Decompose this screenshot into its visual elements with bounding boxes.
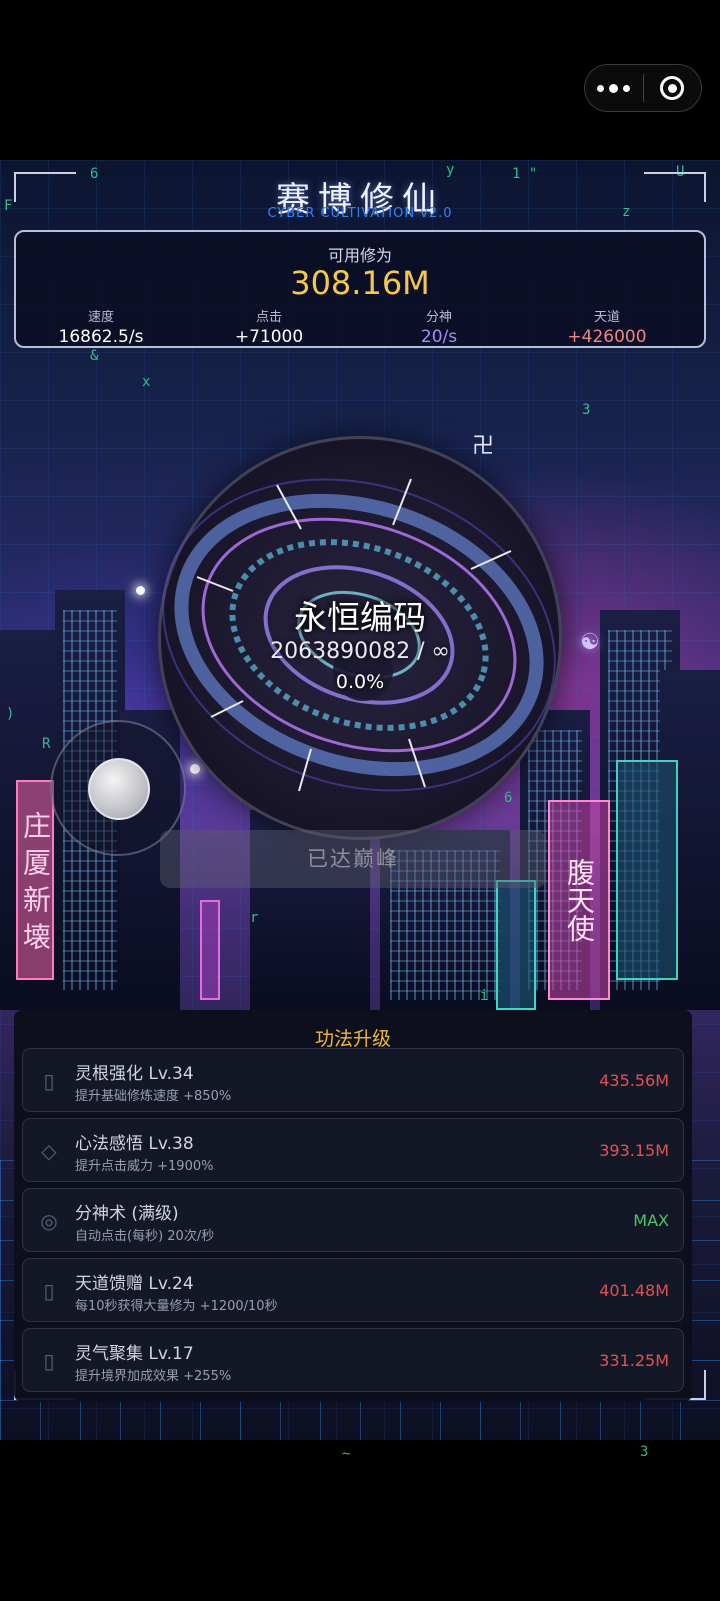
- upgrade-desc: 提升点击威力 +1900%: [75, 1159, 214, 1174]
- code-rain-char: x: [142, 374, 151, 390]
- stat-label: 天道: [593, 310, 620, 325]
- upgrade-item-heaven-gift[interactable]: ▯ 天道馈赠 Lv.24 每10秒获得大量修为 +1200/10秒 401.48…: [22, 1258, 684, 1322]
- stats-panel: 可用修为 308.16M 速度 16862.5/s 点击 +71000 分神 2…: [14, 230, 706, 348]
- yin-yang-icon: ☯: [580, 630, 600, 655]
- top-bar: [0, 0, 720, 160]
- stat-clone: 分神 20/s: [354, 306, 524, 347]
- upgrade-panel-title: 功法升级: [314, 1028, 391, 1050]
- stat-label: 点击: [255, 310, 282, 325]
- upgrade-name: 分神术 (满级): [75, 1204, 179, 1224]
- light-orb: [136, 586, 145, 595]
- neon-panel-small: [200, 900, 220, 1000]
- bottom-black-area: ~ 3: [0, 1440, 720, 1601]
- upgrade-panel: 功法升级 ▯ 灵根强化 Lv.34 提升基础修炼速度 +850% 435.56M…: [14, 1010, 692, 1402]
- code-rain-char: ): [6, 706, 15, 722]
- diamond-icon: ◇: [41, 1139, 57, 1163]
- realm-percent: 0.0%: [335, 671, 385, 693]
- realm-name: 永恒编码: [294, 598, 426, 637]
- code-rain-char: r: [250, 910, 259, 926]
- more-menu-button[interactable]: [585, 65, 643, 111]
- stat-value: 20/s: [420, 327, 458, 347]
- upgrade-cost: 393.15M: [599, 1141, 669, 1160]
- miniprogram-capsule: [584, 64, 702, 112]
- stat-value: 16862.5/s: [58, 327, 144, 347]
- code-rain-char: 3: [582, 402, 591, 418]
- target-icon: [660, 76, 685, 100]
- cultivation-disk[interactable]: 永恒编码 2063890082 / ∞ 0.0%: [158, 436, 562, 840]
- neon-panel-right: [616, 760, 678, 980]
- breakthrough-button[interactable]: 已达巅峰: [160, 830, 546, 888]
- upgrade-name: 心法感悟 Lv.38: [75, 1134, 194, 1154]
- neon-panel-center: [496, 880, 536, 1010]
- stat-label: 分神: [425, 310, 452, 325]
- upgrade-cost-max: MAX: [633, 1211, 669, 1230]
- upgrade-name: 灵气聚集 Lv.17: [75, 1344, 194, 1364]
- upgrade-item-spirit-root[interactable]: ▯ 灵根强化 Lv.34 提升基础修炼速度 +850% 435.56M: [22, 1048, 684, 1112]
- game-scene: 庄 厦 新 壊 腹天使 6 y 1 " U F z & x 3 ) R 6 r …: [0, 160, 720, 1440]
- code-rain-char: ~: [342, 1446, 351, 1462]
- root-icon: ▯: [43, 1069, 55, 1093]
- code-rain-char: &: [90, 348, 99, 364]
- aura-icon: ▯: [43, 1349, 55, 1373]
- upgrade-name: 灵根强化 Lv.34: [75, 1064, 194, 1084]
- upgrade-desc: 每10秒获得大量修为 +1200/10秒: [75, 1299, 278, 1314]
- upgrade-desc: 自动点击(每秒) 20次/秒: [75, 1229, 215, 1244]
- stat-value: +71000: [234, 327, 304, 347]
- upgrade-name: 天道馈赠 Lv.24: [75, 1274, 194, 1294]
- target-circle-icon: ◎: [40, 1209, 58, 1233]
- gift-icon: ▯: [43, 1279, 55, 1303]
- code-rain-char: i: [480, 988, 489, 1004]
- upgrade-desc: 提升基础修炼速度 +850%: [75, 1089, 232, 1104]
- code-rain-char: 3: [640, 1444, 649, 1460]
- upgrade-cost: 435.56M: [599, 1071, 669, 1090]
- stat-value: +426000: [567, 327, 647, 347]
- upgrade-item-clone-art[interactable]: ◎ 分神术 (满级) 自动点击(每秒) 20次/秒 MAX: [22, 1188, 684, 1252]
- upgrade-desc: 提升境界加成效果 +255%: [75, 1369, 232, 1384]
- upgrade-item-mind-method[interactable]: ◇ 心法感悟 Lv.38 提升点击威力 +1900% 393.15M: [22, 1118, 684, 1182]
- game-subtitle: CYBER CULTIVATION v2.0: [267, 206, 453, 221]
- stat-speed: 速度 16862.5/s: [16, 306, 186, 347]
- available-cultivation-value: 308.16M: [290, 264, 430, 302]
- code-rain-char: R: [42, 736, 51, 752]
- stat-heaven: 天道 +426000: [522, 306, 692, 347]
- stat-click: 点击 +71000: [184, 306, 354, 347]
- upgrade-cost: 401.48M: [599, 1281, 669, 1300]
- available-cultivation-label: 可用修为: [327, 246, 392, 265]
- upgrade-cost: 331.25M: [599, 1351, 669, 1370]
- realm-progress: 2063890082 / ∞: [270, 639, 450, 664]
- neon-sign-left: 庄 厦 新 壊: [16, 780, 54, 980]
- stat-label: 速度: [87, 310, 114, 325]
- neon-sign-left-text: 庄 厦 新 壊: [19, 810, 52, 950]
- neon-sign-right-text: 腹天使: [563, 858, 596, 942]
- joystick-knob[interactable]: [88, 758, 150, 820]
- close-program-button[interactable]: [643, 65, 701, 111]
- upgrade-item-aura-gather[interactable]: ▯ 灵气聚集 Lv.17 提升境界加成效果 +255% 331.25M: [22, 1328, 684, 1392]
